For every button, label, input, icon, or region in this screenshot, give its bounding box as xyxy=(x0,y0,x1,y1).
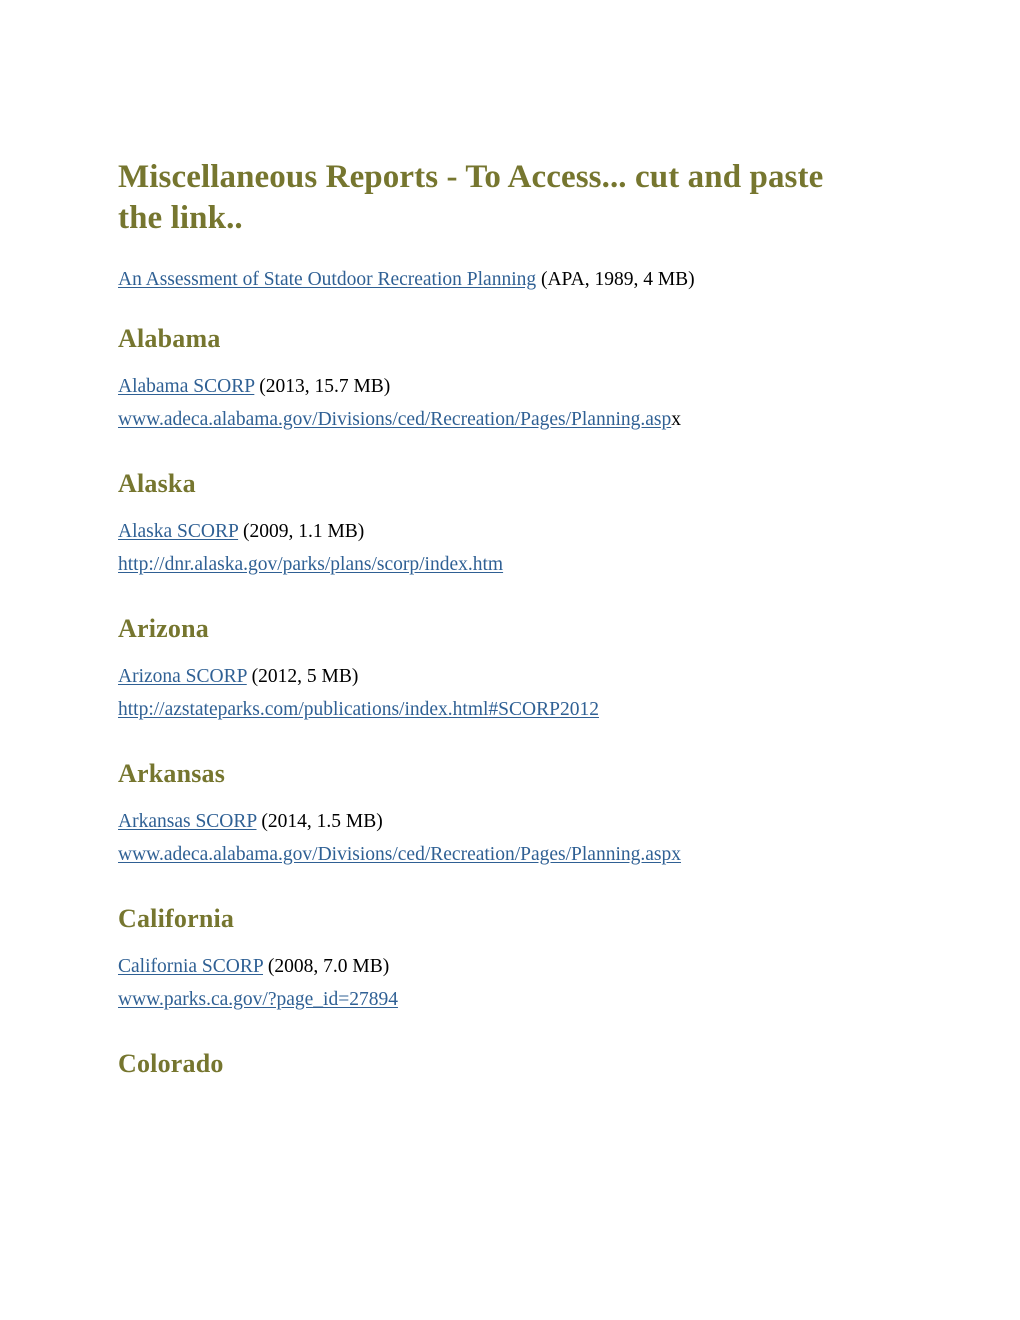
link-arkansas-scorp[interactable]: Arkansas SCORP xyxy=(118,811,257,832)
link-alabama-scorp[interactable]: Alabama SCORP xyxy=(118,376,254,397)
document-page: Miscellaneous Reports - To Access... cut… xyxy=(0,0,1020,1320)
report-meta-california: (2008, 7.0 MB) xyxy=(263,956,390,977)
link-california-scorp[interactable]: California SCORP xyxy=(118,956,263,977)
report-line-alabama: Alabama SCORP (2013, 15.7 MB) xyxy=(118,375,878,399)
intro-meta: (APA, 1989, 4 MB) xyxy=(536,269,695,290)
heading-arkansas: Arkansas xyxy=(118,759,226,788)
report-line-arkansas: Arkansas SCORP (2014, 1.5 MB) xyxy=(118,810,878,834)
url-line-california: www.parks.ca.gov/?page_id=27894 xyxy=(118,988,878,1012)
heading-arizona: Arizona xyxy=(118,614,209,643)
url-trailing-alabama: x xyxy=(671,409,681,430)
page-title-line-2: the link.. xyxy=(118,200,243,236)
link-alaska-url[interactable]: http://dnr.alaska.gov/parks/plans/scorp/… xyxy=(118,554,503,575)
report-meta-alaska: (2009, 1.1 MB) xyxy=(238,521,365,542)
report-line-arizona: Arizona SCORP (2012, 5 MB) xyxy=(118,665,878,689)
url-line-alaska: http://dnr.alaska.gov/parks/plans/scorp/… xyxy=(118,553,878,577)
link-arkansas-url[interactable]: www.adeca.alabama.gov/Divisions/ced/Recr… xyxy=(118,844,681,865)
page-title: Miscellaneous Reports - To Access... cut… xyxy=(118,157,863,239)
url-line-alabama: www.adeca.alabama.gov/Divisions/ced/Recr… xyxy=(118,408,878,432)
document-content: Miscellaneous Reports - To Access... cut… xyxy=(118,157,878,1079)
report-line-california: California SCORP (2008, 7.0 MB) xyxy=(118,955,878,979)
report-meta-arkansas: (2014, 1.5 MB) xyxy=(256,811,383,832)
url-line-arkansas: www.adeca.alabama.gov/Divisions/ced/Recr… xyxy=(118,843,878,867)
url-line-arizona: http://azstateparks.com/publications/ind… xyxy=(118,698,878,722)
heading-alaska: Alaska xyxy=(118,469,196,498)
heading-california: California xyxy=(118,904,235,933)
link-arizona-url[interactable]: http://azstateparks.com/publications/ind… xyxy=(118,699,599,720)
report-meta-alabama: (2013, 15.7 MB) xyxy=(254,376,391,397)
report-meta-arizona: (2012, 5 MB) xyxy=(246,666,359,687)
intro-paragraph: An Assessment of State Outdoor Recreatio… xyxy=(118,268,878,292)
link-assessment-of-state-outdoor-recreation-planning[interactable]: An Assessment of State Outdoor Recreatio… xyxy=(118,269,536,290)
link-alaska-scorp[interactable]: Alaska SCORP xyxy=(118,521,238,542)
link-california-url[interactable]: www.parks.ca.gov/?page_id=27894 xyxy=(118,989,398,1010)
page-title-line-1: Miscellaneous Reports - To Access... cut… xyxy=(118,159,824,195)
heading-alabama: Alabama xyxy=(118,324,221,353)
report-line-alaska: Alaska SCORP (2009, 1.1 MB) xyxy=(118,520,878,544)
link-arizona-scorp[interactable]: Arizona SCORP xyxy=(118,666,247,687)
link-alabama-url[interactable]: www.adeca.alabama.gov/Divisions/ced/Recr… xyxy=(118,409,671,430)
heading-colorado: Colorado xyxy=(118,1049,224,1078)
